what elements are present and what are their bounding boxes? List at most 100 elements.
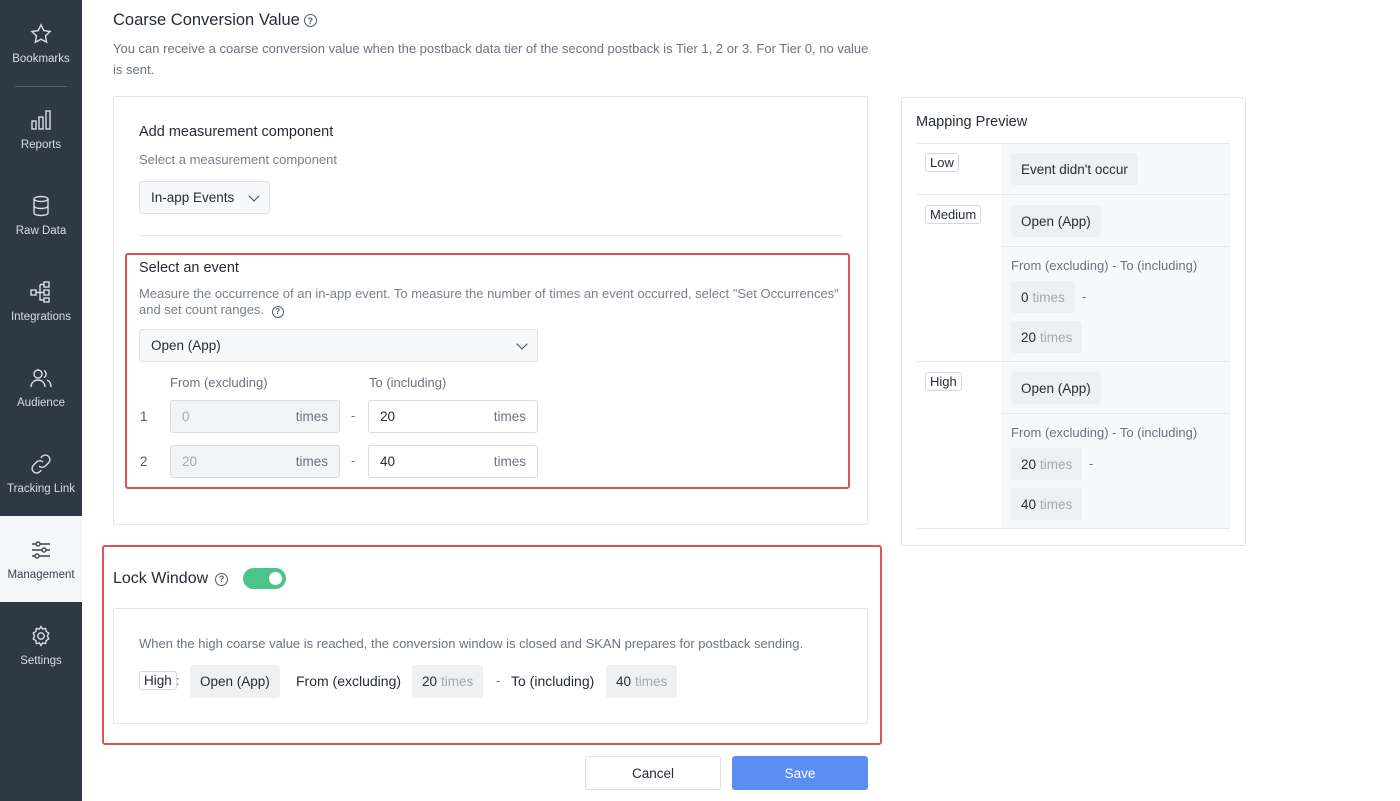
gear-icon <box>32 624 50 647</box>
lock-from-value: 20 <box>422 674 438 689</box>
range-row-index: 1 <box>140 409 148 424</box>
preview-to-value: 40 <box>1021 496 1037 512</box>
lock-event-text: Open (App) <box>200 674 270 689</box>
divider <box>1001 246 1230 247</box>
range-row-index: 2 <box>140 454 148 469</box>
unit-label: times <box>295 454 328 469</box>
preview-level-high: High <box>925 372 962 391</box>
range-dash: - <box>351 408 356 423</box>
sidebar-item-reports[interactable]: Reports <box>0 86 82 172</box>
page-title: Coarse Conversion Value ? <box>113 11 317 30</box>
toggle-knob <box>269 572 282 585</box>
event-select-value: Open (App) <box>151 338 221 353</box>
database-icon <box>33 195 49 216</box>
lock-colon: : <box>176 673 180 688</box>
sidebar-item-label: Bookmarks <box>12 52 70 65</box>
preview-range-label: From (excluding) - To (including) <box>1011 258 1198 273</box>
range-from-value: 0 <box>182 409 190 424</box>
preview-level-medium: Medium <box>925 205 982 224</box>
range-dash: - <box>1089 456 1094 471</box>
range-dash: - <box>1082 289 1087 304</box>
cancel-button[interactable]: Cancel <box>585 756 721 790</box>
preview-to-chip: 20 times <box>1011 321 1083 353</box>
unit-label: times <box>1040 456 1073 472</box>
help-icon[interactable]: ? <box>271 306 284 318</box>
lock-level-tag: High <box>139 671 177 690</box>
chevron-down-icon <box>516 337 528 350</box>
sidebar-item-label: Tracking Link <box>7 482 75 495</box>
measurement-component-value: In-app Events <box>151 190 235 205</box>
unit-label: times <box>493 454 526 469</box>
preview-from-value: 20 <box>1021 456 1037 472</box>
lock-window-title-text: Lock Window <box>113 570 209 587</box>
sidebar-item-label: Management <box>7 568 75 581</box>
unit-label: times <box>441 674 474 689</box>
unit-label: times <box>1040 496 1073 512</box>
page-title-text: Coarse Conversion Value <box>113 11 300 29</box>
range-dash: - <box>496 673 501 688</box>
range-from-input: 20 times <box>170 445 340 478</box>
preview-event-chip: Open (App) <box>1011 372 1101 404</box>
lock-from-label: From (excluding) <box>296 673 402 689</box>
sidebar-item-label: Settings <box>20 654 62 667</box>
range-dash: - <box>351 453 356 468</box>
unit-label: times <box>635 674 668 689</box>
mapping-preview-title: Mapping Preview <box>916 114 1028 130</box>
link-icon <box>31 453 51 474</box>
lock-from-chip: 20 times <box>412 665 484 698</box>
lock-to-chip: 40 times <box>606 665 678 698</box>
range-to-value: 20 <box>380 409 396 424</box>
event-select[interactable]: Open (App) <box>139 329 538 362</box>
range-from-input: 0 times <box>170 400 340 433</box>
event-description-text: Measure the occurrence of an in-app even… <box>139 286 839 317</box>
sidebar-item-label: Integrations <box>10 310 72 323</box>
bar-chart-icon <box>31 109 51 130</box>
measurement-subheading: Select a measurement component <box>139 152 337 167</box>
lock-to-value: 40 <box>616 674 632 689</box>
range-to-input[interactable]: 40 times <box>368 445 538 478</box>
preview-event-text: Event didn't occur <box>1021 161 1128 177</box>
measurement-heading: Add measurement component <box>139 124 334 140</box>
unit-label: times <box>295 409 328 424</box>
preview-to-chip: 40 times <box>1011 488 1083 520</box>
divider <box>1001 413 1230 414</box>
preview-to-value: 20 <box>1021 329 1037 345</box>
star-icon <box>30 22 52 43</box>
sidebar-item-bookmarks[interactable]: Bookmarks <box>0 0 82 86</box>
help-icon[interactable]: ? <box>215 572 229 586</box>
help-icon[interactable]: ? <box>303 14 317 27</box>
sidebar-item-integrations[interactable]: Integrations <box>0 258 82 344</box>
lock-window-toggle[interactable] <box>243 568 286 589</box>
sidebar-item-audience[interactable]: Audience <box>0 344 82 430</box>
preview-from-chip: 0 times <box>1011 281 1075 313</box>
sidebar-item-settings[interactable]: Settings <box>0 602 82 688</box>
measurement-component-select[interactable]: In-app Events <box>139 181 270 214</box>
lock-window-description: When the high coarse value is reached, t… <box>139 636 804 651</box>
divider <box>139 235 842 236</box>
chevron-down-icon <box>248 189 260 202</box>
to-column-label: To (including) <box>369 375 447 390</box>
users-icon <box>30 368 52 387</box>
sidebar-item-label: Reports <box>20 138 62 151</box>
sidebar-item-raw-data[interactable]: Raw Data <box>0 172 82 258</box>
lock-window-title: Lock Window ? <box>113 570 229 588</box>
sidebar-item-tracking-link[interactable]: Tracking Link <box>0 430 82 516</box>
event-description: Measure the occurrence of an in-app even… <box>139 286 839 318</box>
preview-event-chip: Open (App) <box>1011 205 1101 237</box>
lock-to-label: To (including) <box>511 673 595 689</box>
range-to-value: 40 <box>380 454 396 469</box>
sidebar-item-label: Audience <box>17 396 65 409</box>
preview-from-chip: 20 times <box>1011 448 1083 480</box>
lock-event-chip: Open (App) <box>190 665 280 698</box>
page-description: You can receive a coarse conversion valu… <box>113 41 869 77</box>
integrations-icon <box>30 280 50 303</box>
range-to-input[interactable]: 20 times <box>368 400 538 433</box>
range-from-value: 20 <box>182 454 198 469</box>
save-button[interactable]: Save <box>732 756 868 790</box>
preview-event-text: Open (App) <box>1021 380 1091 396</box>
from-column-label: From (excluding) <box>170 375 268 390</box>
unit-label: times <box>1040 329 1073 345</box>
sidebar-item-management[interactable]: Management <box>0 516 82 602</box>
unit-label: times <box>493 409 526 424</box>
sidebar: Bookmarks Reports Raw Data Integrations … <box>0 0 82 801</box>
